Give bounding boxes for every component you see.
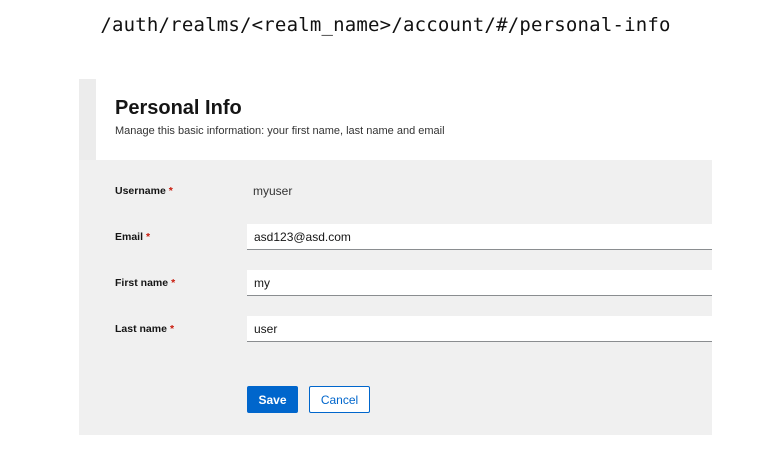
required-marker: * [168, 185, 173, 197]
cancel-button[interactable]: Cancel [309, 386, 370, 413]
username-label: Username * [115, 185, 173, 197]
username-row: Username * myuser [79, 178, 712, 206]
username-value: myuser [253, 184, 293, 198]
last-name-field[interactable] [247, 316, 712, 342]
first-name-label: First name * [115, 277, 176, 289]
required-marker: * [146, 231, 151, 243]
email-field[interactable] [247, 224, 712, 250]
first-name-row: First name * [79, 270, 712, 298]
first-name-field[interactable] [247, 270, 712, 296]
page-header: Personal Info Manage this basic informat… [96, 79, 712, 160]
email-row: Email * [79, 224, 712, 252]
page-title: Personal Info [115, 97, 242, 119]
account-console-panel: Personal Info Manage this basic informat… [79, 79, 712, 435]
required-marker: * [171, 277, 176, 289]
email-label: Email * [115, 231, 151, 243]
left-strip [79, 79, 96, 160]
url-caption: /auth/realms/<realm_name>/account/#/pers… [100, 14, 671, 36]
required-marker: * [169, 323, 175, 335]
page-subtitle: Manage this basic information: your firs… [115, 125, 445, 137]
last-name-row: Last name * [79, 316, 712, 344]
last-name-label: Last name * [115, 323, 175, 335]
save-button[interactable]: Save [247, 386, 298, 413]
